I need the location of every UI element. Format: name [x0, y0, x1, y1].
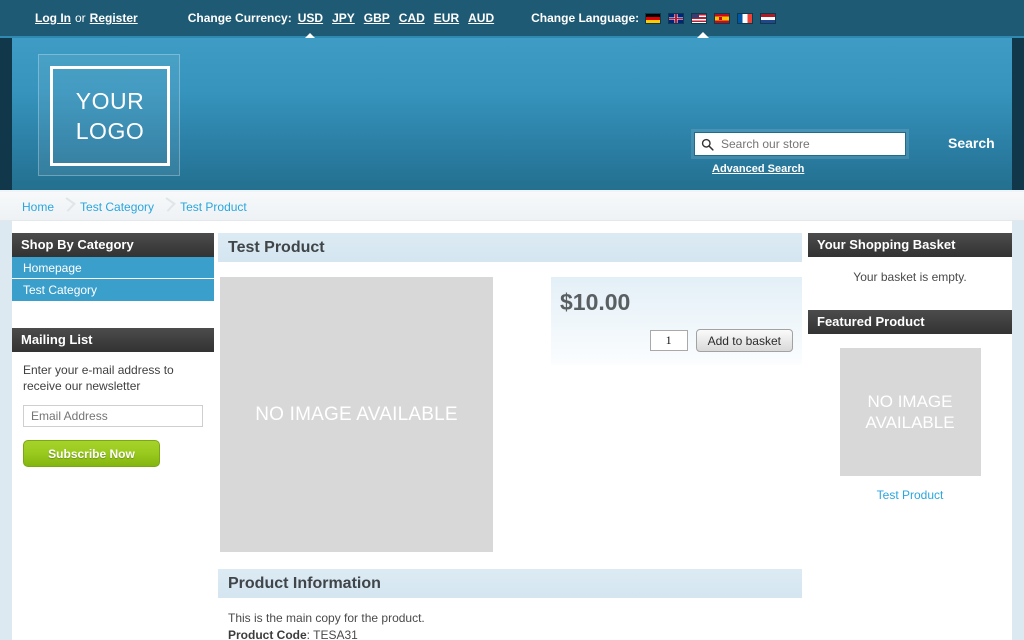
product-detail-row: NO IMAGE AVAILABLE $10.00 Add to basket: [218, 277, 802, 552]
product-code-value: : TESA31: [307, 628, 358, 640]
mailing-list-header: Mailing List: [12, 328, 214, 352]
search-button[interactable]: Search: [942, 134, 1001, 152]
add-to-basket-button[interactable]: Add to basket: [696, 329, 793, 352]
advanced-search-link[interactable]: Advanced Search: [712, 163, 804, 175]
left-edge-strip: [0, 221, 12, 640]
sidebar-item-test-category[interactable]: Test Category: [12, 279, 214, 301]
log-in-link[interactable]: Log In: [35, 11, 71, 25]
currency-option-aud[interactable]: AUD: [468, 11, 494, 25]
page-title: Test Product: [218, 233, 802, 262]
mailing-list-panel: Mailing List Enter your e-mail address t…: [12, 328, 214, 467]
featured-product-header: Featured Product: [808, 310, 1012, 334]
main-column: Test Product NO IMAGE AVAILABLE $10.00 A…: [218, 233, 802, 640]
breadcrumb-item-home[interactable]: Home: [22, 200, 54, 214]
breadcrumb-separator-icon: [154, 192, 180, 221]
german-flag-icon[interactable]: [645, 13, 661, 24]
purchase-panel: $10.00 Add to basket: [551, 277, 802, 365]
search-input[interactable]: [719, 136, 899, 152]
currency-option-gbp[interactable]: GBP: [364, 11, 390, 25]
breadcrumb: Home Test Category Test Product: [22, 192, 247, 221]
currency-switcher: Change Currency: USD JPY GBP CAD EUR AUD: [188, 11, 494, 25]
mailing-list-description: Enter your e-mail address to receive our…: [12, 352, 214, 394]
category-list: Homepage Test Category: [12, 257, 214, 301]
sidebar-item-homepage[interactable]: Homepage: [12, 257, 214, 279]
quantity-input[interactable]: [650, 330, 688, 351]
logo-line-1: YOUR: [76, 86, 144, 116]
basket-empty-message: Your basket is empty.: [808, 257, 1012, 284]
search-box[interactable]: [694, 132, 906, 156]
uk-flag-icon[interactable]: [668, 13, 684, 24]
breadcrumb-bar: Home Test Category Test Product: [0, 192, 1024, 221]
product-price: $10.00: [560, 289, 630, 316]
currency-option-cad[interactable]: CAD: [399, 11, 425, 25]
or-label: or: [75, 11, 86, 25]
featured-no-image-line-1: NO IMAGE: [867, 392, 952, 411]
content-area: Shop By Category Homepage Test Category …: [12, 221, 1012, 640]
breadcrumb-item-category[interactable]: Test Category: [80, 200, 154, 214]
netherlands-flag-icon[interactable]: [760, 13, 776, 24]
currency-option-eur[interactable]: EUR: [434, 11, 459, 25]
us-flag-icon[interactable]: [691, 13, 707, 24]
product-image-placeholder[interactable]: NO IMAGE AVAILABLE: [220, 277, 493, 552]
product-code-label: Product Code: [228, 628, 307, 640]
header-frame: YOUR LOGO Search Advanced Search: [0, 38, 1024, 190]
spain-flag-icon[interactable]: [714, 13, 730, 24]
search-icon: [701, 138, 714, 151]
currency-label: Change Currency:: [188, 11, 292, 25]
featured-product-panel: Featured Product NO IMAGE AVAILABLE Test…: [808, 310, 1012, 502]
currency-option-usd[interactable]: USD: [298, 11, 323, 25]
no-image-label: NO IMAGE AVAILABLE: [255, 404, 457, 426]
logo[interactable]: YOUR LOGO: [38, 54, 180, 176]
subscribe-button[interactable]: Subscribe Now: [23, 440, 160, 467]
language-switcher: Change Language:: [531, 11, 776, 25]
right-edge-strip: [1012, 221, 1024, 640]
featured-product-link[interactable]: Test Product: [808, 488, 1012, 502]
page-root: Log In or Register Change Currency: USD …: [0, 0, 1024, 640]
active-language-marker: [697, 32, 709, 38]
right-sidebar: Your Shopping Basket Your basket is empt…: [808, 233, 1012, 502]
featured-image-placeholder[interactable]: NO IMAGE AVAILABLE: [840, 348, 981, 476]
logo-line-2: LOGO: [76, 116, 144, 146]
shopping-basket-header: Your Shopping Basket: [808, 233, 1012, 257]
email-field[interactable]: [23, 405, 203, 427]
product-copy: This is the main copy for the product.: [228, 610, 800, 627]
product-information-header: Product Information: [218, 569, 802, 598]
language-label: Change Language:: [531, 11, 639, 25]
currency-option-jpy[interactable]: JPY: [332, 11, 355, 25]
site-header: YOUR LOGO Search Advanced Search: [12, 38, 1012, 190]
shop-by-category-header: Shop By Category: [12, 233, 214, 257]
breadcrumb-separator-icon: [54, 192, 80, 221]
featured-no-image-line-2: AVAILABLE: [865, 413, 954, 432]
product-code-row: Product Code: TESA31: [228, 627, 800, 640]
buy-controls: Add to basket: [650, 329, 793, 352]
register-link[interactable]: Register: [90, 11, 138, 25]
breadcrumb-item-product[interactable]: Test Product: [180, 200, 247, 214]
left-sidebar: Shop By Category Homepage Test Category …: [12, 233, 214, 467]
product-information-body: This is the main copy for the product. P…: [218, 598, 802, 640]
search-area: Search Advanced Search: [694, 132, 994, 156]
auth-links: Log In or Register: [35, 11, 138, 25]
france-flag-icon[interactable]: [737, 13, 753, 24]
top-utility-bar: Log In or Register Change Currency: USD …: [0, 0, 1024, 38]
